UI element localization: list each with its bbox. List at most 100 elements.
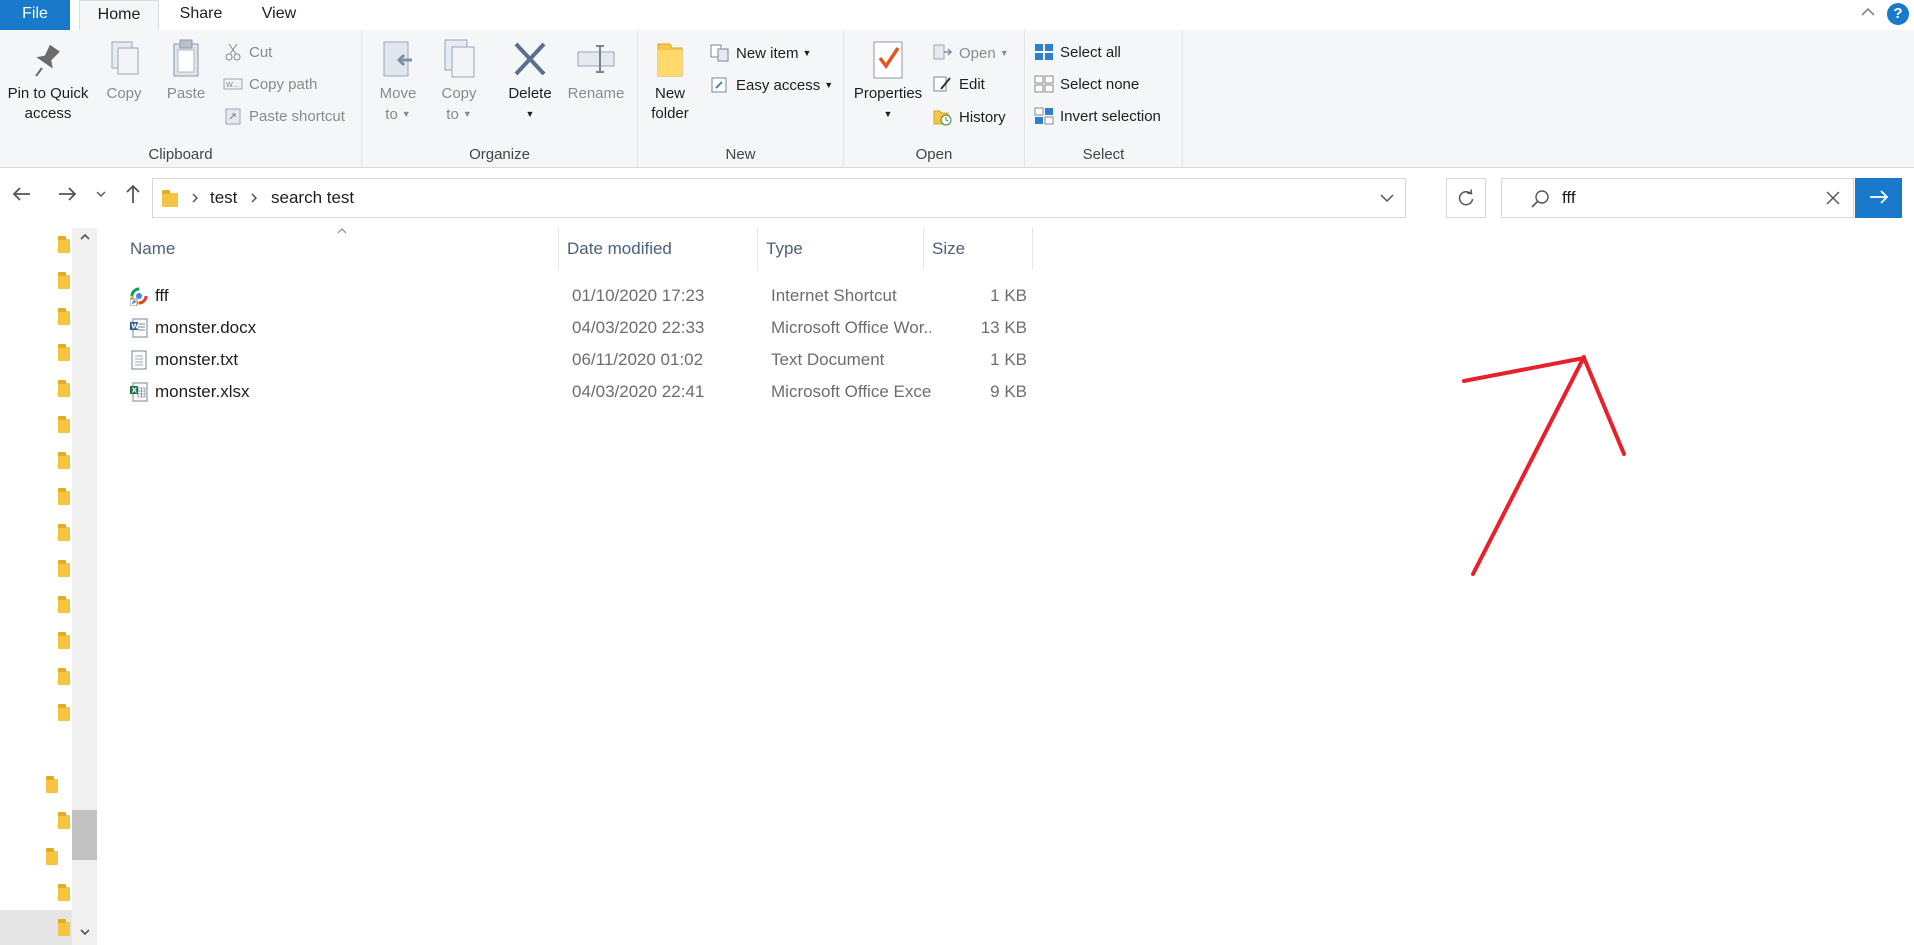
folder-icon[interactable]	[58, 560, 70, 577]
breadcrumb-chevron-icon[interactable]	[190, 188, 200, 211]
folder-icon[interactable]	[58, 632, 70, 649]
open-button[interactable]: Open ▼	[933, 42, 1009, 64]
forward-arrow-icon[interactable]	[55, 182, 79, 212]
file-row[interactable]: X monster.xlsx 04/03/2020 22:41 Microsof…	[97, 376, 1142, 408]
selected-tree-item[interactable]	[0, 910, 72, 945]
tab-home[interactable]: Home	[79, 0, 159, 30]
history-label: History	[959, 109, 1006, 126]
paste-icon	[166, 38, 206, 80]
copy-path-button[interactable]: W... Copy path	[223, 74, 317, 96]
search-box[interactable]	[1501, 178, 1854, 218]
file-type: Microsoft Office Wor...	[771, 318, 931, 337]
back-arrow-icon[interactable]	[10, 182, 34, 212]
new-group: New folder New item ▼ Easy access ▼ New	[638, 30, 844, 167]
new-item-button[interactable]: New item ▼	[710, 42, 811, 64]
column-header-name[interactable]: Name	[122, 228, 559, 270]
column-header-type[interactable]: Type	[758, 228, 924, 270]
file-date: 04/03/2020 22:41	[572, 382, 705, 401]
select-none-button[interactable]: Select none	[1034, 74, 1139, 96]
breadcrumb-test[interactable]: test	[210, 188, 237, 208]
organize-group-label: Organize	[469, 146, 530, 163]
file-name[interactable]: fff	[155, 280, 169, 312]
ribbon-tab-bar: File Home Share View ?	[0, 0, 1914, 31]
properties-button[interactable]: Properties ▼	[850, 38, 926, 125]
breadcrumb-chevron-icon[interactable]	[249, 188, 259, 211]
select-all-button[interactable]: Select all	[1034, 42, 1121, 64]
recent-locations-chevron-icon[interactable]	[94, 182, 108, 212]
file-row[interactable]: fff 01/10/2020 17:23 Internet Shortcut 1…	[97, 280, 1142, 312]
folder-icon[interactable]	[58, 416, 70, 433]
edit-button[interactable]: Edit	[933, 74, 985, 96]
pin-to-quick-access-button[interactable]: Pin to Quick access	[4, 38, 92, 124]
file-row[interactable]: monster.txt 06/11/2020 01:02 Text Docume…	[97, 344, 1142, 376]
tab-share[interactable]: Share	[170, 0, 232, 30]
invert-selection-icon	[1034, 107, 1054, 125]
scissors-icon	[223, 43, 243, 61]
address-dropdown-chevron-icon[interactable]	[1379, 189, 1395, 212]
ribbon: Pin to Quick access Copy Paste Cut W... C…	[0, 30, 1914, 168]
folder-icon[interactable]	[58, 668, 70, 685]
folder-icon[interactable]	[46, 776, 58, 793]
tab-view[interactable]: View	[248, 0, 310, 30]
up-arrow-icon[interactable]	[121, 182, 145, 212]
tab-file[interactable]: File	[0, 0, 70, 30]
scroll-up-icon[interactable]	[72, 230, 97, 250]
folder-icon[interactable]	[46, 848, 58, 865]
new-folder-icon	[650, 38, 690, 80]
folder-icon[interactable]	[58, 884, 70, 901]
copy-path-icon: W...	[223, 75, 243, 93]
refresh-button[interactable]	[1446, 178, 1486, 218]
paste-button[interactable]: Paste	[160, 38, 212, 104]
copy-to-label-line2: to	[446, 106, 459, 123]
history-button[interactable]: History	[933, 107, 1006, 129]
column-header-size[interactable]: Size	[924, 228, 1033, 270]
folder-icon[interactable]	[58, 488, 70, 505]
paste-shortcut-button[interactable]: Paste shortcut	[223, 106, 345, 128]
open-icon	[933, 44, 953, 62]
folder-icon[interactable]	[58, 812, 70, 829]
clear-search-icon[interactable]	[1825, 190, 1841, 211]
move-to-button[interactable]: Move to ▼	[372, 38, 424, 125]
folder-icon[interactable]	[58, 452, 70, 469]
rename-button[interactable]: Rename	[562, 38, 630, 104]
file-list: Name Date modified Type Size fff 01/10/2…	[97, 228, 1914, 945]
navigation-scrollbar[interactable]	[72, 228, 97, 945]
folder-icon[interactable]	[58, 596, 70, 613]
file-name[interactable]: monster.docx	[155, 312, 256, 344]
invert-selection-button[interactable]: Invert selection	[1034, 106, 1161, 128]
folder-icon[interactable]	[58, 308, 70, 325]
column-header-date-modified[interactable]: Date modified	[559, 228, 758, 270]
scrollbar-thumb[interactable]	[72, 810, 97, 860]
folder-icon[interactable]	[58, 704, 70, 721]
file-name[interactable]: monster.txt	[155, 344, 238, 376]
easy-access-button[interactable]: Easy access ▼	[710, 74, 833, 96]
folder-icon[interactable]	[58, 272, 70, 289]
edit-pencil-icon	[933, 75, 953, 93]
copy-button[interactable]: Copy	[98, 38, 150, 104]
select-all-label: Select all	[1060, 44, 1121, 61]
collapse-ribbon-icon[interactable]	[1858, 2, 1878, 27]
search-go-button[interactable]	[1855, 178, 1902, 218]
file-row[interactable]: W monster.docx 04/03/2020 22:33 Microsof…	[97, 312, 1142, 344]
folder-icon[interactable]	[58, 380, 70, 397]
new-group-label: New	[725, 146, 756, 163]
breadcrumb-search-test[interactable]: search test	[271, 188, 354, 208]
copy-to-button[interactable]: Copy to ▼	[433, 38, 485, 125]
excel-document-icon: X	[130, 382, 148, 402]
new-item-label: New item	[736, 45, 799, 62]
select-none-label: Select none	[1060, 76, 1140, 93]
delete-button[interactable]: Delete ▼	[504, 38, 556, 125]
help-button[interactable]: ?	[1887, 3, 1909, 25]
file-date: 01/10/2020 17:23	[572, 286, 705, 305]
address-bar[interactable]: test search test	[152, 178, 1406, 218]
file-name[interactable]: monster.xlsx	[155, 376, 249, 408]
arrow-right-icon	[1869, 190, 1888, 204]
scroll-down-icon[interactable]	[72, 925, 97, 945]
folder-icon[interactable]	[58, 524, 70, 541]
new-folder-button[interactable]: New folder	[644, 38, 696, 124]
search-input[interactable]	[1562, 185, 1812, 211]
move-to-icon	[378, 38, 418, 80]
folder-icon[interactable]	[58, 344, 70, 361]
cut-button[interactable]: Cut	[223, 42, 272, 64]
folder-icon[interactable]	[58, 236, 70, 253]
